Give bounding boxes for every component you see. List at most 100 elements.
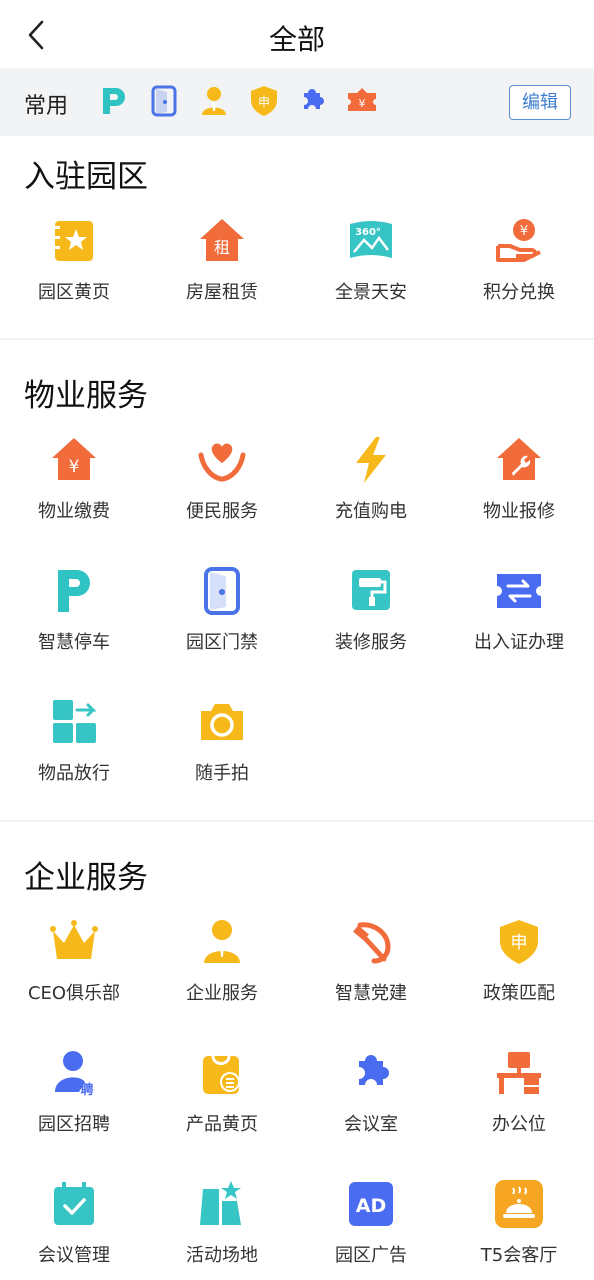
grid-item-venue[interactable]: 活动场地 [148, 1179, 296, 1280]
door-icon[interactable] [147, 84, 181, 118]
common-bar: 常用 申 ¥ [0, 68, 594, 136]
grid-item-parking[interactable]: 智慧停车 [0, 566, 148, 676]
grid-item-label: 全景天安 [335, 282, 407, 303]
product-bag-icon [203, 1055, 240, 1094]
grid-item-label: 随手拍 [195, 763, 249, 784]
parking-icon [58, 570, 90, 612]
ad-icon: AD [349, 1182, 393, 1226]
top-bar: 全部 [0, 0, 594, 68]
heart-hands-icon [198, 443, 246, 482]
grid-item-label: CEO俱乐部 [27, 983, 121, 1004]
puzzle-icon [359, 1055, 389, 1085]
grid-item-recruit[interactable]: 聘 园区招聘 [0, 1048, 148, 1158]
section-title-settle: 入驻园区 [24, 159, 148, 195]
section-divider [0, 338, 594, 340]
grid-item-label: 会议室 [344, 1114, 398, 1135]
page-title: 全部 [268, 23, 325, 56]
grid-item-workstation[interactable]: 办公位 [445, 1048, 593, 1158]
grid-item-label: 物业缴费 [38, 501, 110, 522]
grid-item-label: 园区黄页 [38, 282, 110, 303]
section-divider [0, 820, 594, 822]
icon-glyph: AD [356, 1195, 386, 1217]
grid-item-snapshot[interactable]: 随手拍 [148, 697, 296, 807]
puzzle-icon[interactable] [295, 84, 329, 118]
grid-item-label: 积分兑换 [483, 282, 555, 303]
hammer-sickle-icon [353, 922, 391, 964]
grid-item-meeting-manage[interactable]: 会议管理 [0, 1179, 148, 1280]
blocks-arrow-icon [53, 700, 97, 743]
businessman-icon [204, 920, 240, 963]
grid-item-label: 办公位 [492, 1114, 546, 1135]
ticket-glyph: ¥ [359, 97, 366, 110]
icon-glyph: 申 [511, 933, 528, 953]
person-icon[interactable] [197, 84, 231, 118]
grid-item-label: 装修服务 [335, 632, 407, 653]
desk-icon [497, 1052, 541, 1094]
crown-icon [50, 920, 98, 959]
section-title-enterprise: 企业服务 [24, 860, 148, 896]
paint-roller-icon [352, 570, 390, 610]
grid-item-label: 智慧停车 [38, 632, 110, 653]
common-label: 常用 [24, 94, 69, 119]
grid-item-ceo-club[interactable]: CEO俱乐部 [0, 917, 148, 1027]
star-book-icon [55, 221, 93, 261]
parking-icon[interactable] [97, 84, 131, 118]
ticket-icon[interactable]: ¥ [345, 84, 379, 118]
icon-glyph: ¥ [69, 457, 80, 477]
grid-item-product-pages[interactable]: 产品黄页 [148, 1048, 296, 1158]
grid-item-label: 充值购电 [335, 501, 407, 522]
venue-star-icon [200, 1181, 241, 1225]
grid-item-ads[interactable]: AD 园区广告 [297, 1179, 445, 1280]
exchange-ticket-icon [497, 574, 541, 608]
camera-icon [201, 704, 243, 740]
grid-item-decoration[interactable]: 装修服务 [297, 566, 445, 676]
grid-item-label: 会议管理 [38, 1245, 110, 1266]
grid-item-access[interactable]: 园区门禁 [148, 566, 296, 676]
grid-item-label: 园区招聘 [38, 1114, 110, 1135]
shield-glyph: 申 [258, 95, 270, 109]
grid-item-panorama[interactable]: 360° 全景天安 [297, 216, 445, 326]
icon-glyph: 聘 [80, 1082, 93, 1098]
food-cover-icon [495, 1180, 543, 1228]
grid-item-label: T5会客厅 [480, 1245, 558, 1266]
grid-item-meeting-room[interactable]: 会议室 [297, 1048, 445, 1158]
grid-item-enterprise-service[interactable]: 企业服务 [148, 917, 296, 1027]
grid-item-policy[interactable]: 申 政策匹配 [445, 917, 593, 1027]
grid-item-house-rent[interactable]: 租 房屋租赁 [148, 216, 296, 326]
grid-item-party[interactable]: 智慧党建 [297, 917, 445, 1027]
house-wrench-icon [497, 438, 541, 480]
grid-item-label: 房屋租赁 [186, 282, 258, 303]
edit-button[interactable]: 编辑 [509, 85, 571, 120]
grid-item-label: 出入证办理 [474, 632, 564, 653]
grid-item-points[interactable]: ¥ 积分兑换 [445, 216, 593, 326]
house-yuan-icon: ¥ [52, 438, 96, 480]
grid-item-label: 园区门禁 [186, 632, 258, 653]
person-hire-icon: 聘 [55, 1051, 94, 1098]
grid-item-pass[interactable]: 出入证办理 [445, 566, 593, 676]
grid-item-label: 物业报修 [483, 501, 555, 522]
grid-item-yellow-pages[interactable]: 园区黄页 [0, 216, 148, 326]
grid-item-label: 园区广告 [335, 1245, 407, 1266]
grid-item-label: 产品黄页 [186, 1114, 258, 1135]
icon-glyph: 租 [214, 238, 230, 257]
panorama-360-icon: 360° [350, 221, 392, 258]
shield-icon: 申 [500, 920, 538, 964]
grid-item-label: 物品放行 [38, 763, 110, 784]
hand-coin-icon: ¥ [496, 219, 541, 262]
grid-item-property-fee[interactable]: ¥ 物业缴费 [0, 435, 148, 545]
icon-glyph: 360° [355, 227, 381, 238]
grid-item-label: 智慧党建 [335, 983, 407, 1004]
lightning-icon [356, 437, 386, 483]
door-icon [204, 567, 240, 615]
grid-item-label: 企业服务 [186, 983, 258, 1004]
grid-item-label: 政策匹配 [483, 983, 555, 1004]
grid-item-t5-lounge[interactable]: T5会客厅 [445, 1179, 593, 1280]
grid-item-repair[interactable]: 物业报修 [445, 435, 593, 545]
house-rent-icon: 租 [200, 219, 244, 261]
grid-item-release[interactable]: 物品放行 [0, 697, 148, 807]
section-title-property: 物业服务 [24, 378, 148, 414]
icon-glyph: ¥ [520, 224, 528, 239]
grid-item-convenience[interactable]: 便民服务 [148, 435, 296, 545]
grid-item-electricity[interactable]: 充值购电 [297, 435, 445, 545]
shield-icon[interactable]: 申 [247, 84, 281, 118]
